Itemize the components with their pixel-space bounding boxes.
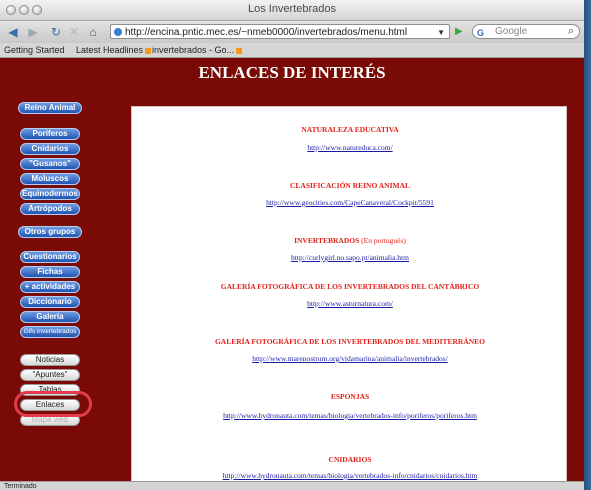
nav-equinodermos[interactable]: Equinodermos [20,188,80,200]
nav-noticias[interactable]: Noticias [20,354,80,366]
link-title: CLASIFICACIÓN REINO ANIMAL [289,181,410,190]
web-page: ENLACES DE INTERÉS Reino Animal Porífero… [0,58,584,481]
link-title: NATURALEZA EDUCATIVA [301,125,399,134]
nav-galeria[interactable]: Galería [20,311,80,323]
title-bar: Los Invertebrados [0,0,584,21]
url-text: http://encina.pntic.mec.es/~nmeb0000/inv… [125,27,408,38]
search-placeholder: Google [495,26,528,37]
url-bar[interactable]: http://encina.pntic.mec.es/~nmeb0000/inv… [110,24,450,39]
link-url[interactable]: http://www.asturnatura.com/ [132,299,566,308]
nav-apuntes[interactable]: "Apuntes" [20,369,80,381]
link-title: ESPONJAS [330,392,370,401]
search-icon[interactable]: ⌕ [568,24,574,38]
nav-gusanos[interactable]: "Gusanos" [20,158,80,170]
nav-artropodos[interactable]: Artrópodos [20,203,80,215]
link-url[interactable]: http://www.hydronauta.com/temas/biologia… [132,411,566,420]
bookmark-label: Latest Headlines [76,45,144,55]
link-url[interactable]: http://www.geocities.com/CapeCanaveral/C… [132,198,566,207]
search-input[interactable]: G Google ⌕ [472,24,580,39]
rss-icon [145,47,152,54]
back-arrow-icon[interactable]: ◀ [4,24,22,40]
rss-icon [236,47,243,54]
page-title: ENLACES DE INTERÉS [198,63,386,82]
nav-diccionario[interactable]: Diccionario [20,296,80,308]
nav-cnidarios[interactable]: Cnidarios [20,143,80,155]
window-title: Los Invertebrados [247,3,337,15]
highlight-circle [14,391,92,417]
nav-cuestionarios[interactable]: Cuestionarios [20,251,80,263]
bookmarks-toolbar: Getting Started Latest Headlines inverte… [0,43,584,58]
link-title: GALERÍA FOTOGRÁFICA DE LOS INVERTEBRADOS… [214,337,486,346]
link-title: CNIDARIOS [328,455,372,464]
forward-arrow-icon[interactable]: ▶ [24,24,42,40]
nav-gifs-invertebrados[interactable]: Gifs invertebrados [20,326,80,338]
link-url[interactable]: http://www.marenostrum.org/vidamarina/an… [132,354,566,363]
link-note: (En portugués) [361,236,406,245]
bookmark-invertebrados[interactable]: invertebrados - Go... [152,43,243,57]
navigation-toolbar: ◀ ▶ ↻ ✕ ⌂ http://encina.pntic.mec.es/~nm… [0,21,584,43]
nav-otros-grupos[interactable]: Otros grupos [18,226,82,238]
link-title: INVERTEBRADOS (En portugués) [132,236,566,245]
bookmark-label: invertebrados - Go... [152,45,235,55]
bookmark-getting-started[interactable]: Getting Started [4,43,65,57]
link-url[interactable]: http://www.natureduca.com/ [132,143,566,152]
browser-window: Los Invertebrados ◀ ▶ ↻ ✕ ⌂ http://encin… [0,0,584,490]
link-title-text: INVERTEBRADOS [294,236,360,245]
nav-reino-animal[interactable]: Reino Animal [18,102,82,114]
link-url[interactable]: http://www.hydronauta.com/temas/biologia… [132,471,566,480]
nav-fichas[interactable]: Fichas [20,266,80,278]
nav-poriferos[interactable]: Poríferos [20,128,80,140]
home-icon[interactable]: ⌂ [84,24,102,40]
link-title: GALERÍA FOTOGRÁFICA DE LOS INVERTEBRADOS… [220,282,480,291]
reload-icon[interactable]: ↻ [48,24,64,40]
desktop-background [584,0,591,490]
site-icon [114,28,122,36]
bookmark-latest-headlines[interactable]: Latest Headlines [76,43,152,57]
google-icon[interactable]: G [477,26,484,40]
links-panel: NATURALEZA EDUCATIVA http://www.naturedu… [131,106,567,481]
status-bar: Terminado [0,481,584,490]
nav-actividades[interactable]: + actividades [20,281,80,293]
link-url[interactable]: http://curlygirl.no.sapo.pt/animalia.htm [132,253,566,262]
stop-icon[interactable]: ✕ [66,24,82,40]
go-button[interactable]: ▶ [455,26,463,37]
nav-moluscos[interactable]: Moluscos [20,173,80,185]
url-history-dropdown-icon[interactable]: ▼ [437,25,445,40]
